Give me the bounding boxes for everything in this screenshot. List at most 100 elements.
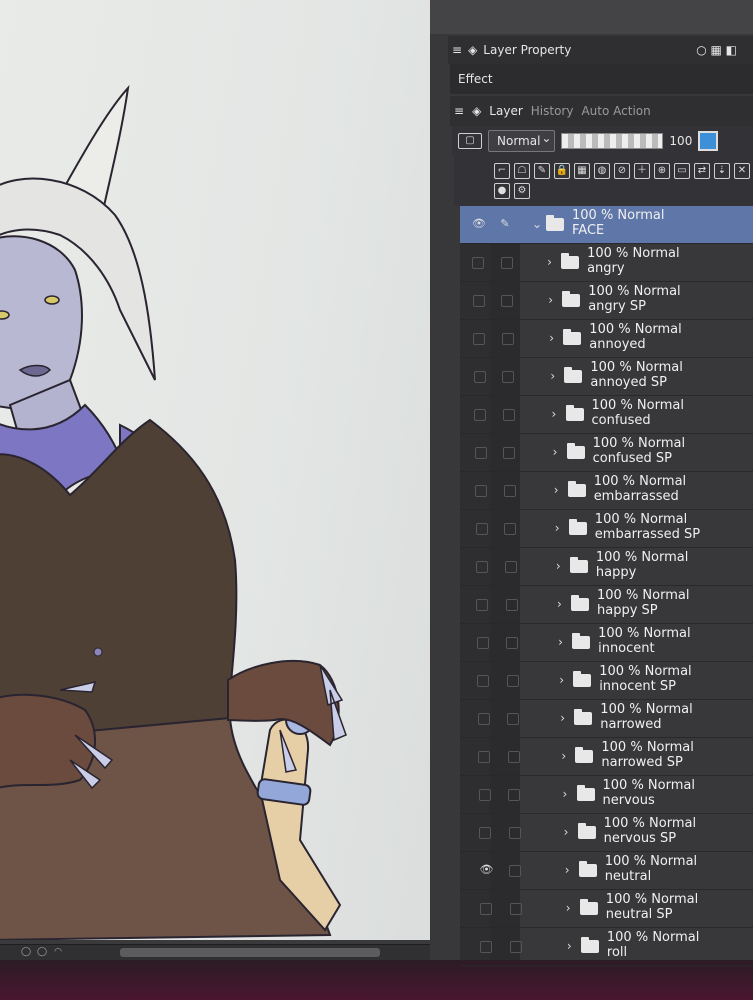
chevron-right-icon[interactable]: ›	[550, 369, 555, 383]
layer-folder-row[interactable]: › 100 % Normal nervous SP	[460, 814, 753, 852]
blend-mode-dropdown[interactable]: Normal	[488, 128, 556, 152]
visibility-toggle[interactable]	[479, 827, 492, 839]
visibility-toggle[interactable]	[476, 599, 489, 611]
chevron-right-icon[interactable]: ›	[565, 863, 570, 877]
layer-folder-row[interactable]: › 100 % Normal happy SP	[460, 586, 753, 624]
layer-folder-row[interactable]: › 100 % Normal annoyed	[460, 320, 753, 358]
layer-folder-row[interactable]: › 100 % Normal confused SP	[460, 434, 753, 472]
visibility-toggle[interactable]	[474, 409, 487, 421]
layer-folder-row[interactable]: › 100 % Normal confused	[460, 396, 753, 434]
visibility-toggle[interactable]	[475, 485, 488, 497]
menu-icon[interactable]: ≡	[452, 43, 462, 57]
new-raster-layer-icon[interactable]: ＋	[634, 163, 650, 179]
layer-folder-row[interactable]: › 100 % Normal embarrassed SP	[460, 510, 753, 548]
visibility-toggle[interactable]	[478, 751, 491, 763]
edit-target-toggle[interactable]	[501, 333, 514, 345]
tab-effect[interactable]: Effect	[458, 72, 493, 86]
edit-target-toggle[interactable]	[503, 447, 516, 459]
edit-target-toggle[interactable]	[509, 865, 522, 877]
layer-folder-row[interactable]: › 100 % Normal innocent	[460, 624, 753, 662]
layer-color-icon[interactable]: ▢	[458, 133, 482, 149]
visibility-toggle[interactable]	[473, 333, 486, 345]
chevron-right-icon[interactable]: ›	[554, 483, 559, 497]
visibility-toggle[interactable]	[473, 371, 486, 383]
visibility-toggle[interactable]	[472, 295, 485, 307]
edit-target-toggle[interactable]	[502, 409, 515, 421]
visibility-toggle[interactable]	[478, 789, 491, 801]
visibility-toggle[interactable]	[474, 447, 487, 459]
chevron-right-icon[interactable]: ›	[547, 255, 552, 269]
edit-target-toggle[interactable]	[507, 751, 520, 763]
edit-target-toggle[interactable]	[505, 599, 518, 611]
edit-target-toggle[interactable]	[503, 485, 516, 497]
visibility-toggle[interactable]	[480, 941, 493, 953]
menu-icon[interactable]: ≡	[454, 104, 464, 118]
chevron-right-icon[interactable]: ›	[552, 407, 557, 421]
chevron-right-icon[interactable]: ›	[557, 597, 562, 611]
visibility-toggle[interactable]	[476, 637, 489, 649]
opacity-slider[interactable]	[561, 133, 664, 149]
layer-folder-row[interactable]: › 100 % Normal narrowed SP	[460, 738, 753, 776]
chevron-right-icon[interactable]: ›	[559, 673, 564, 687]
layer-effect-icons[interactable]: ○ ▦ ◧	[696, 43, 737, 57]
delete-layer-icon[interactable]: ✕	[734, 163, 750, 179]
edit-target-toggle[interactable]	[500, 257, 513, 269]
chevron-right-icon[interactable]: ›	[549, 331, 554, 345]
chevron-right-icon[interactable]: ›	[561, 749, 566, 763]
edit-target-toggle[interactable]	[504, 561, 517, 573]
visibility-toggle[interactable]	[479, 903, 492, 915]
edit-target-toggle[interactable]	[504, 523, 517, 535]
chevron-right-icon[interactable]: ›	[555, 521, 560, 535]
layer-folder-row[interactable]: › 100 % Normal angry SP	[460, 282, 753, 320]
chevron-right-icon[interactable]: ›	[558, 635, 563, 649]
eye-icon[interactable]: 👁	[479, 864, 493, 875]
chevron-right-icon[interactable]: ›	[556, 559, 561, 573]
layer-folder-row[interactable]: › 100 % Normal narrowed	[460, 700, 753, 738]
edit-target-toggle[interactable]	[506, 637, 519, 649]
layer-folder-row[interactable]: › 100 % Normal innocent SP	[460, 662, 753, 700]
tab-auto-action[interactable]: Auto Action	[581, 104, 650, 118]
chevron-right-icon[interactable]: ›	[567, 939, 572, 953]
tab-history[interactable]: History	[531, 104, 574, 118]
chevron-right-icon[interactable]: ›	[566, 901, 571, 915]
edit-target-toggle[interactable]	[508, 827, 521, 839]
visibility-toggle[interactable]	[477, 675, 490, 687]
layer-folder-selected[interactable]: 👁 ✎ ⌄ 100 % Normal FACE	[460, 206, 753, 244]
drawing-canvas[interactable]	[0, 0, 470, 940]
layer-folder-row[interactable]: › 100 % Normal annoyed SP	[460, 358, 753, 396]
chevron-right-icon[interactable]: ›	[560, 711, 565, 725]
lock-transparency-icon[interactable]: ▦	[574, 163, 590, 179]
settings-icon[interactable]: ⚙	[514, 183, 530, 199]
draft-icon[interactable]: ✎	[534, 163, 550, 179]
transfer-icon[interactable]: ⇄	[694, 163, 710, 179]
chevron-right-icon[interactable]: ›	[563, 787, 568, 801]
new-folder-icon[interactable]: ▭	[674, 163, 690, 179]
edit-target-toggle[interactable]	[508, 789, 521, 801]
visibility-toggle[interactable]	[472, 257, 485, 269]
layer-color-chip[interactable]	[698, 131, 719, 151]
eye-icon[interactable]: 👁	[472, 218, 486, 229]
layer-folder-row[interactable]: › 100 % Normal roll	[460, 928, 753, 966]
zoom-in-icon[interactable]: ◯	[36, 946, 48, 958]
layer-folder-row[interactable]: › 100 % Normal happy	[460, 548, 753, 586]
edit-target-toggle[interactable]	[510, 941, 523, 953]
tab-layer[interactable]: Layer	[489, 104, 522, 118]
visibility-toggle[interactable]	[475, 523, 488, 535]
layer-folder-row[interactable]: › 100 % Normal neutral SP	[460, 890, 753, 928]
chevron-right-icon[interactable]: ›	[548, 293, 553, 307]
opacity-value[interactable]: 100	[669, 134, 692, 148]
new-vector-layer-icon[interactable]: ⊕	[654, 163, 670, 179]
canvas-area[interactable]	[0, 0, 470, 948]
visibility-toggle[interactable]	[477, 713, 490, 725]
edit-target-toggle[interactable]	[507, 713, 520, 725]
chevron-right-icon[interactable]: ›	[564, 825, 569, 839]
edit-target-toggle[interactable]	[509, 903, 522, 915]
ruler-icon[interactable]: ⊘	[614, 163, 630, 179]
rotate-icon[interactable]: ◠	[52, 946, 64, 958]
chevron-right-icon[interactable]: ›	[553, 445, 558, 459]
lock-icon[interactable]: 🔒	[554, 163, 570, 179]
clip-icon[interactable]: ⌐	[494, 163, 510, 179]
reference-icon[interactable]: ☖	[514, 163, 530, 179]
mask-icon[interactable]: ◍	[594, 163, 610, 179]
edit-target-toggle[interactable]	[502, 371, 515, 383]
